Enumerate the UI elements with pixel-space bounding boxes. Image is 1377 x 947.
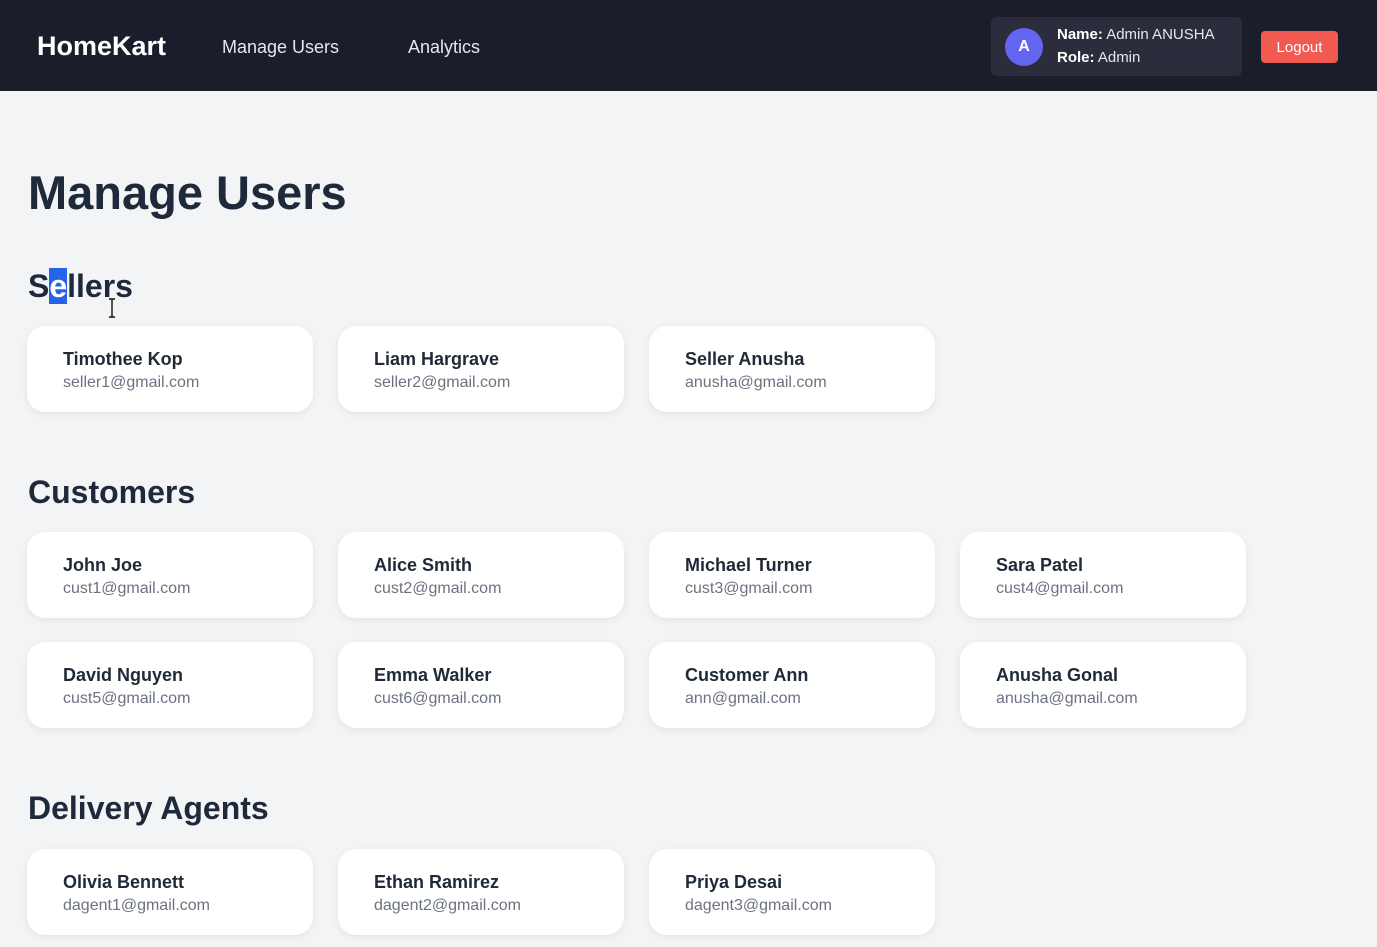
nav-analytics[interactable]: Analytics — [408, 37, 480, 58]
seller-card[interactable]: Timothee Kop seller1@gmail.com — [27, 326, 313, 412]
user-email: cust3@gmail.com — [685, 580, 813, 597]
seller-card[interactable]: Liam Hargrave seller2@gmail.com — [338, 326, 624, 412]
delivery-agent-card[interactable]: Priya Desai dagent3@gmail.com — [649, 849, 935, 935]
user-info-panel: A Name: Admin ANUSHA Role: Admin — [991, 17, 1242, 76]
user-name: Customer Ann — [685, 665, 809, 685]
user-name: Olivia Bennett — [63, 872, 185, 892]
customer-card[interactable]: John Joe cust1@gmail.com — [27, 532, 313, 618]
user-name-label: Name: — [1057, 26, 1103, 43]
nav-manage-users[interactable]: Manage Users — [222, 37, 339, 58]
user-name: Emma Walker — [374, 665, 492, 685]
delivery-agent-card[interactable]: Ethan Ramirez dagent2@gmail.com — [338, 849, 624, 935]
page-title: Manage Users — [28, 166, 347, 219]
user-email: seller1@gmail.com — [63, 374, 200, 391]
user-email: seller2@gmail.com — [374, 374, 511, 391]
customer-card[interactable]: Michael Turner cust3@gmail.com — [649, 532, 935, 618]
user-name: Timothee Kop — [63, 349, 183, 369]
user-name: Michael Turner — [685, 555, 812, 575]
brand-logo[interactable]: HomeKart — [37, 31, 166, 62]
delivery-agent-card[interactable]: Olivia Bennett dagent1@gmail.com — [27, 849, 313, 935]
sellers-title-part: llers — [67, 268, 133, 304]
user-name: David Nguyen — [63, 665, 184, 685]
user-name: Anusha Gonal — [996, 665, 1119, 685]
top-navbar: HomeKart Manage Users Analytics A Name: … — [0, 0, 1377, 91]
sellers-title-part: S — [28, 268, 50, 304]
user-email: cust6@gmail.com — [374, 690, 502, 707]
user-email: cust2@gmail.com — [374, 580, 502, 597]
user-name: Alice Smith — [374, 555, 473, 575]
section-title-customers: Customers — [28, 474, 196, 510]
user-name: Sara Patel — [996, 555, 1084, 575]
user-name: Liam Hargrave — [374, 349, 500, 369]
customer-card[interactable]: David Nguyen cust5@gmail.com — [27, 642, 313, 728]
user-email: dagent1@gmail.com — [63, 897, 210, 914]
customer-card[interactable]: Anusha Gonal anusha@gmail.com — [960, 642, 1246, 728]
customer-card[interactable]: Customer Ann ann@gmail.com — [649, 642, 935, 728]
user-name: Seller Anusha — [685, 349, 805, 369]
user-role-line: Role: Admin — [1057, 49, 1140, 66]
user-name: Priya Desai — [685, 872, 783, 892]
user-name-line: Name: Admin ANUSHA — [1057, 26, 1215, 43]
customer-card[interactable]: Sara Patel cust4@gmail.com — [960, 532, 1246, 618]
user-email: anusha@gmail.com — [996, 690, 1138, 707]
selected-text-highlight: e — [49, 268, 68, 304]
user-name-value: Admin ANUSHA — [1106, 26, 1215, 43]
user-email: dagent2@gmail.com — [374, 897, 521, 914]
user-email: cust4@gmail.com — [996, 580, 1124, 597]
user-role-label: Role: — [1057, 49, 1095, 66]
customer-card[interactable]: Emma Walker cust6@gmail.com — [338, 642, 624, 728]
seller-card[interactable]: Seller Anusha anusha@gmail.com — [649, 326, 935, 412]
section-title-sellers: Sellers — [28, 268, 133, 305]
user-role-value: Admin — [1097, 49, 1141, 66]
user-email: ann@gmail.com — [685, 690, 801, 707]
logout-button[interactable]: Logout — [1261, 31, 1338, 63]
user-name: John Joe — [63, 555, 143, 575]
user-email: cust5@gmail.com — [63, 690, 191, 707]
user-name: Ethan Ramirez — [374, 872, 500, 892]
avatar: A — [1005, 28, 1043, 66]
customer-card[interactable]: Alice Smith cust2@gmail.com — [338, 532, 624, 618]
section-title-delivery-agents: Delivery Agents — [28, 790, 269, 826]
user-email: anusha@gmail.com — [685, 374, 827, 391]
user-email: dagent3@gmail.com — [685, 897, 832, 914]
user-email: cust1@gmail.com — [63, 580, 191, 597]
